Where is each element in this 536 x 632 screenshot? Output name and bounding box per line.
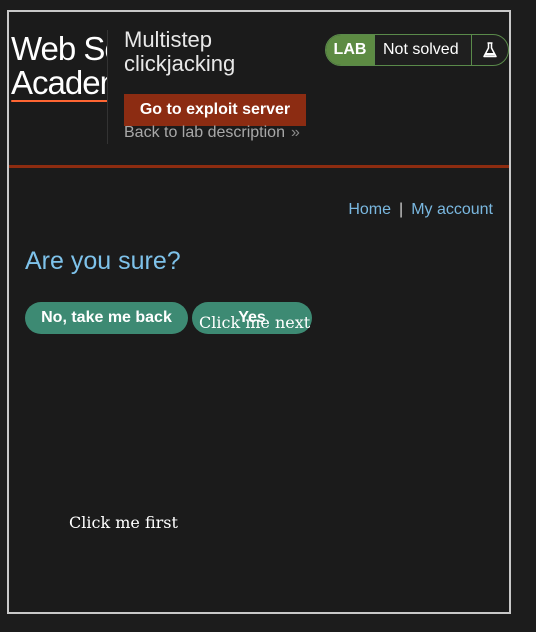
lab-header: Web Security Academy Multistep clickjack… bbox=[9, 12, 509, 165]
my-account-link[interactable]: My account bbox=[411, 201, 493, 218]
nav-separator: | bbox=[399, 201, 404, 218]
header-rule bbox=[9, 165, 509, 168]
lab-badge: LAB bbox=[326, 35, 374, 65]
lab-status-text: Not solved bbox=[374, 35, 472, 65]
lab-status-widget: LAB Not solved bbox=[325, 34, 509, 66]
logo-line-1: Web Security bbox=[11, 32, 108, 67]
header-divider bbox=[107, 30, 108, 144]
back-link-label: Back to lab description bbox=[124, 124, 285, 141]
confirmation-question: Are you sure? bbox=[25, 247, 181, 275]
exploit-page-frame: Web Security Academy Multistep clickjack… bbox=[7, 10, 511, 614]
account-nav: Home | My account bbox=[348, 200, 493, 220]
home-link[interactable]: Home bbox=[348, 201, 391, 218]
web-security-academy-logo[interactable]: Web Security Academy bbox=[11, 32, 108, 106]
lab-title: Multistep clickjacking bbox=[124, 27, 236, 76]
no-take-me-back-button[interactable]: No, take me back bbox=[25, 302, 188, 334]
back-to-lab-description-link[interactable]: Back to lab description » bbox=[124, 123, 300, 143]
go-to-exploit-server-button[interactable]: Go to exploit server bbox=[124, 94, 306, 126]
flask-icon bbox=[472, 35, 508, 65]
yes-confirm-button[interactable]: Yes bbox=[192, 302, 312, 334]
double-chevron-right-icon: » bbox=[290, 124, 300, 141]
logo-underline bbox=[11, 100, 108, 102]
decoy-click-me-first[interactable]: Click me first bbox=[69, 513, 178, 533]
logo-line-2: Academy bbox=[11, 64, 108, 101]
